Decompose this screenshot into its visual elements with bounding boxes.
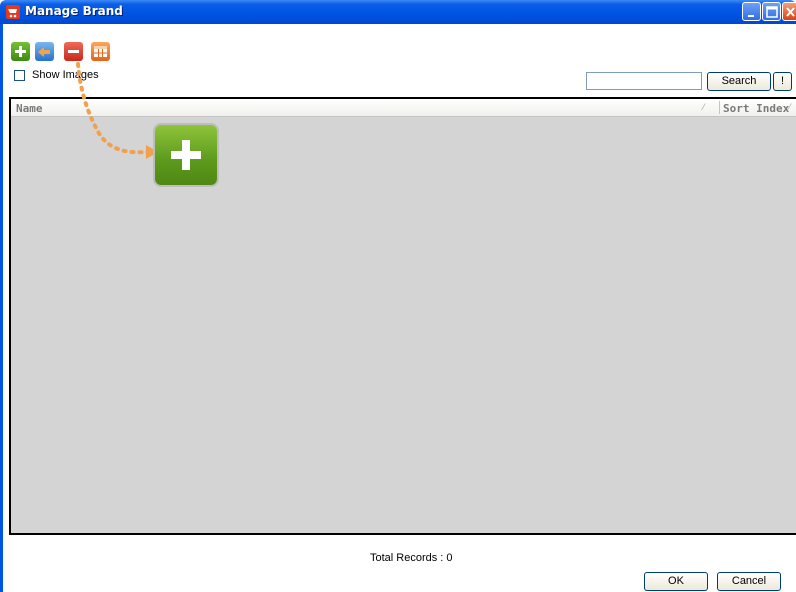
- highlighted-add-icon: [155, 125, 217, 185]
- tutorial-arrow: [76, 62, 158, 159]
- ok-button[interactable]: OK: [644, 572, 708, 591]
- plus-icon: [171, 140, 201, 170]
- total-records: Total Records : 0: [370, 552, 453, 564]
- cancel-button[interactable]: Cancel: [717, 572, 781, 591]
